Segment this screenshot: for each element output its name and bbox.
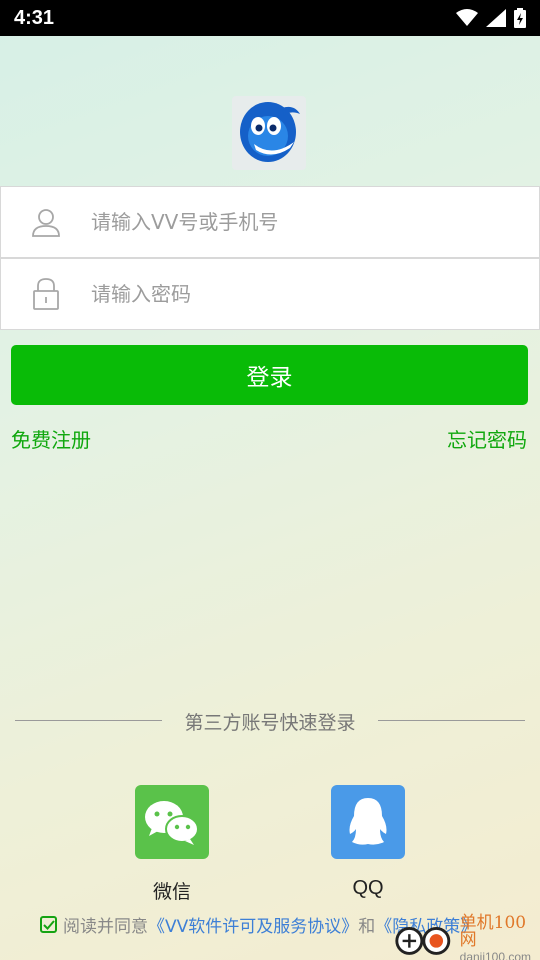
qq-label: QQ (352, 877, 384, 899)
forgot-password-link[interactable]: 忘记密码 (447, 424, 527, 453)
wifi-icon (456, 9, 478, 26)
agreement-and: 和 (358, 917, 376, 937)
account-field[interactable] (0, 186, 540, 258)
divider-left (15, 720, 162, 721)
signal-icon (486, 9, 506, 27)
terms-link[interactable]: 《VV软件许可及服务协议》 (148, 912, 358, 937)
qq-icon (349, 798, 387, 845)
agreement-prefix: 阅读并同意 (63, 917, 148, 937)
wechat-login-button[interactable] (135, 785, 209, 859)
third-party-title: 第三方账号快速登录 (184, 712, 356, 734)
watermark-title: 单机100网 (459, 913, 527, 950)
password-input[interactable] (91, 274, 511, 314)
wechat-icon (145, 801, 199, 845)
app-logo (232, 96, 306, 170)
watermark-domain: danji100.com (459, 950, 532, 960)
register-link[interactable]: 免费注册 (11, 424, 91, 453)
checkbox-icon[interactable] (40, 916, 57, 933)
status-bar: 4:31 (0, 0, 540, 36)
watermark: 单机100网 danji100.com (392, 913, 540, 960)
status-icons (456, 8, 526, 28)
qq-login-button[interactable] (331, 785, 405, 859)
watermark-logo-icon (395, 926, 451, 955)
divider-right (378, 720, 525, 721)
user-icon (1, 186, 91, 258)
password-field[interactable] (0, 258, 540, 330)
battery-icon (514, 8, 526, 28)
lock-icon (1, 258, 91, 330)
status-time: 4:31 (14, 6, 55, 29)
login-button[interactable]: 登录 (11, 345, 528, 405)
account-input[interactable] (91, 202, 511, 242)
wechat-label: 微信 (152, 881, 191, 903)
